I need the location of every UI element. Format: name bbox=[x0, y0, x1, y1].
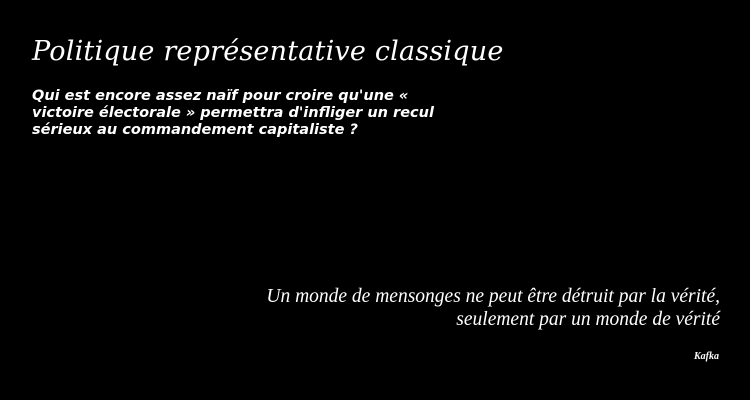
intro-question: Qui est encore assez naïf pour croire qu… bbox=[32, 88, 434, 138]
quote: Un monde de mensonges ne peut être détru… bbox=[266, 285, 720, 331]
quote-line-1: Un monde de mensonges ne peut être détru… bbox=[266, 286, 720, 307]
page: { "title": "Politique représentative cla… bbox=[0, 0, 750, 400]
page-title: Politique représentative classique bbox=[32, 36, 504, 67]
quote-line-2: seulement par un monde de vérité bbox=[456, 309, 720, 330]
quote-author: Kafka bbox=[694, 351, 719, 362]
